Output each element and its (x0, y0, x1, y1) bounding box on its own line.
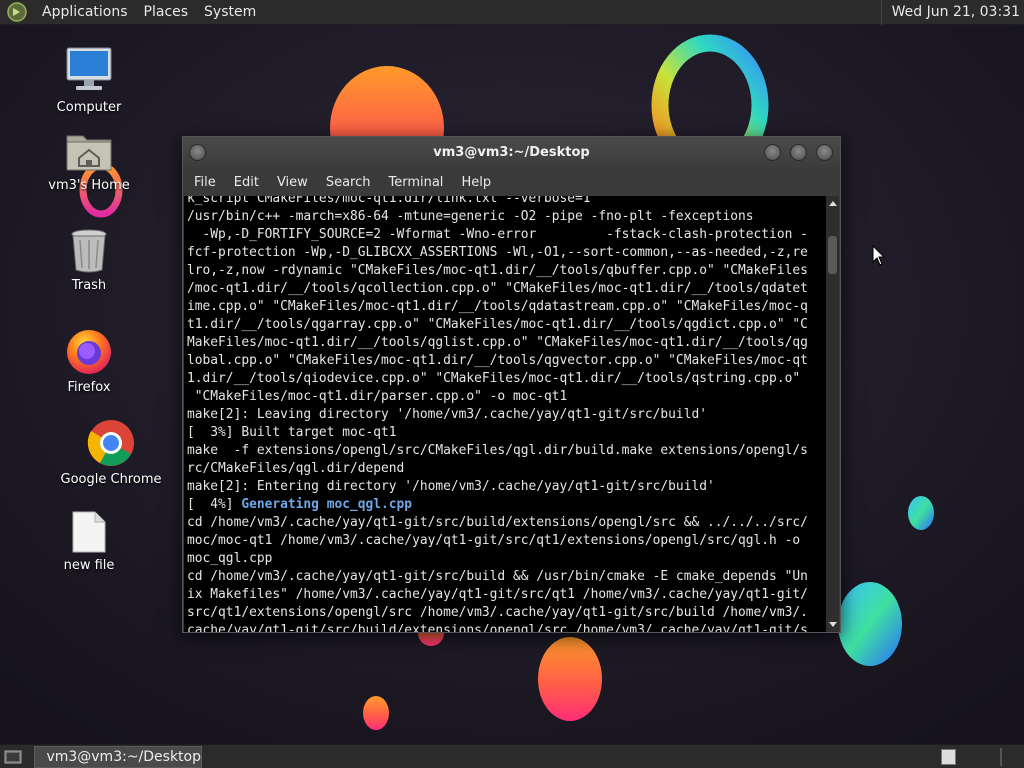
menu-file[interactable]: File (185, 175, 225, 190)
home-folder-icon (66, 135, 112, 171)
minimize-button[interactable] (764, 144, 781, 161)
maximize-button[interactable] (790, 144, 807, 161)
terminal-scrollbar[interactable] (826, 196, 839, 632)
terminal-menubar: File Edit View Search Terminal Help (183, 169, 840, 196)
window-title: vm3@vm3:~/Desktop (433, 145, 590, 160)
desktop-icon-chrome[interactable]: Google Chrome (51, 418, 171, 487)
taskbar-item-label: vm3@vm3:~/Desktop (46, 749, 201, 765)
terminal-window[interactable]: vm3@vm3:~/Desktop File Edit View Search … (182, 136, 841, 633)
terminal-line: /usr/bin/c++ -march=x86-64 -mtune=generi… (187, 209, 754, 224)
terminal-line: k_script CMakeFiles/moc-qt1.dir/link.txt… (187, 196, 591, 206)
terminal-line: MakeFiles/moc-qt1.dir/__/tools/qglist.cp… (187, 335, 808, 350)
terminal-line: make[2]: Leaving directory '/home/vm3/.c… (187, 407, 707, 422)
taskbar-item-terminal[interactable]: vm3@vm3:~/Desktop (34, 746, 202, 768)
desktop-icon-label: Computer (56, 100, 122, 115)
terminal-line: cd /home/vm3/.cache/yay/qt1-git/src/buil… (187, 569, 808, 584)
terminal-line: rc/CMakeFiles/qgl.dir/depend (187, 461, 405, 476)
terminal-line: moc_qgl.cpp (187, 551, 273, 566)
menu-terminal[interactable]: Terminal (379, 175, 452, 190)
mouse-cursor-icon (872, 245, 886, 266)
applications-menu[interactable]: Applications (34, 0, 136, 25)
terminal-output[interactable]: k_script CMakeFiles/moc-qt1.dir/link.txt… (184, 196, 827, 632)
menu-edit[interactable]: Edit (225, 175, 268, 190)
menu-search[interactable]: Search (317, 175, 380, 190)
terminal-line: moc/moc-qt1 /home/vm3/.cache/yay/qt1-git… (187, 533, 801, 548)
desktop-icon-label: Firefox (67, 380, 111, 395)
terminal-line: t1.dir/__/tools/qgarray.cpp.o" "CMakeFil… (187, 317, 808, 332)
show-desktop-icon[interactable] (4, 749, 22, 765)
clock[interactable]: Wed Jun 21, 03:31 (880, 0, 1024, 25)
workspace-switcher[interactable] (941, 749, 956, 765)
menu-view[interactable]: View (268, 175, 317, 190)
desktop-icon-label: Trash (71, 278, 107, 293)
chrome-icon (87, 420, 134, 466)
terminal-line: ime.cpp.o" "CMakeFiles/moc-qt1.dir/__/to… (187, 299, 808, 314)
desktop-icon-new-file[interactable]: new file (29, 510, 149, 573)
mate-logo-icon[interactable] (6, 1, 28, 23)
desktop-icon-label: new file (63, 558, 115, 573)
system-menu[interactable]: System (196, 0, 264, 25)
scrollbar-thumb[interactable] (828, 236, 837, 274)
desktop-icon-firefox[interactable]: Firefox (29, 326, 149, 395)
terminal-line: src/qt1/extensions/opengl/src /home/vm3/… (187, 605, 808, 620)
terminal-line: -Wp,-D_FORTIFY_SOURCE=2 -Wformat -Wno-er… (187, 227, 808, 242)
close-button[interactable] (816, 144, 833, 161)
firefox-icon (67, 330, 111, 374)
terminal-line: [ 3%] Built target moc-qt1 (187, 425, 397, 440)
scroll-down-arrow-icon[interactable] (829, 622, 837, 627)
desktop-icon-trash[interactable]: Trash (29, 228, 149, 293)
desktop-icon-label: Google Chrome (60, 472, 162, 487)
file-icon (72, 511, 106, 553)
panel-separator (1000, 748, 1002, 766)
terminal-titlebar[interactable]: vm3@vm3:~/Desktop (183, 137, 840, 169)
terminal-line: cache/yay/qt1-git/src/build/extensions/o… (187, 623, 808, 632)
terminal-line: lobal.cpp.o" "CMakeFiles/moc-qt1.dir/__/… (187, 353, 808, 368)
desktop-icon-home[interactable]: vm3's Home (29, 128, 149, 193)
desktop-icon-computer[interactable]: Computer (29, 46, 149, 115)
terminal-line: cd /home/vm3/.cache/yay/qt1-git/src/buil… (187, 515, 808, 530)
terminal-line: lro,-z,now -rdynamic "CMakeFiles/moc-qt1… (187, 263, 808, 278)
terminal-line: /moc-qt1.dir/__/tools/qcollection.cpp.o"… (187, 281, 808, 296)
trash-icon (71, 229, 107, 273)
computer-icon (66, 47, 112, 90)
top-panel: Applications Places System Wed Jun 21, 0… (0, 0, 1024, 25)
desktop-icon-label: vm3's Home (48, 178, 130, 193)
bottom-panel: vm3@vm3:~/Desktop (0, 744, 1024, 768)
terminal-line: make -f extensions/opengl/src/CMakeFiles… (187, 443, 808, 458)
scroll-up-arrow-icon[interactable] (829, 201, 837, 206)
terminal-line: [ 4%] Generating moc_qgl.cpp (187, 497, 413, 512)
terminal-line: make[2]: Entering directory '/home/vm3/.… (187, 479, 715, 494)
highlighted-status: Generating moc_qgl.cpp (241, 497, 413, 512)
terminal-line: ix Makefiles" /home/vm3/.cache/yay/qt1-g… (187, 587, 808, 602)
terminal-line: fcf-protection -Wp,-D_GLIBCXX_ASSERTIONS… (187, 245, 808, 260)
terminal-text: k_script CMakeFiles/moc-qt1.dir/link.txt… (187, 196, 808, 632)
terminal-line: 1.dir/__/tools/qiodevice.cpp.o" "CMakeFi… (187, 371, 801, 386)
places-menu[interactable]: Places (136, 0, 197, 25)
menu-help[interactable]: Help (452, 175, 500, 190)
terminal-line: "CMakeFiles/moc-qt1.dir/parser.cpp.o" -o… (187, 389, 568, 404)
window-menu-button[interactable] (189, 144, 206, 161)
terminal-icon (39, 756, 41, 758)
